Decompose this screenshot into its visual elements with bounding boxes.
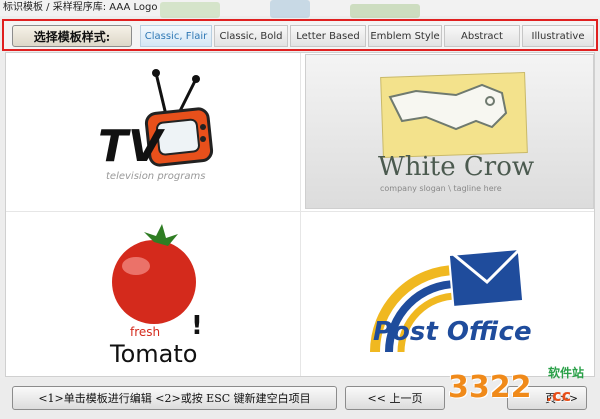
- tv-logo-text: TV: [98, 121, 165, 172]
- watermark-label: 软件站: [548, 366, 585, 380]
- tab-illustrative[interactable]: Illustrative: [522, 25, 594, 47]
- template-post-office[interactable]: Post Office: [301, 212, 595, 378]
- edit-hint-button[interactable]: <1>单击模板进行编辑 <2>或按 ESC 键新建空白项目: [12, 386, 337, 410]
- tab-classic-flair[interactable]: Classic, Flair: [140, 25, 212, 47]
- post-office-logo: Post Office: [370, 247, 532, 353]
- template-tv[interactable]: TV television programs: [6, 53, 300, 211]
- tomato-logo-top: fresh: [130, 325, 160, 339]
- tomato-logo-text: Tomato: [109, 340, 197, 368]
- template-white-crow[interactable]: White Crow company slogan \ tagline here: [305, 54, 594, 209]
- white-crow-logo-text: White Crow: [378, 152, 534, 182]
- white-crow-tagline: company slogan \ tagline here: [380, 184, 502, 193]
- tab-classic-bold[interactable]: Classic, Bold: [214, 25, 288, 47]
- tv-logo: TV television programs: [98, 69, 214, 182]
- tab-abstract[interactable]: Abstract: [444, 25, 520, 47]
- template-grid: TV television programs White Crow compan…: [5, 52, 595, 377]
- tab-emblem-style[interactable]: Emblem Style: [368, 25, 442, 47]
- tomato-logo: fresh Tomato !: [109, 224, 203, 368]
- post-office-logo-text: Post Office: [373, 317, 532, 347]
- white-crow-logo: White Crow company slogan \ tagline here: [378, 71, 534, 193]
- select-style-button[interactable]: 选择模板样式:: [12, 25, 132, 47]
- watermark-domain: .cc: [546, 386, 572, 405]
- prev-page-button[interactable]: << 上一页: [345, 386, 445, 410]
- template-tomato[interactable]: fresh Tomato !: [6, 212, 300, 378]
- background-decoration: [160, 0, 420, 18]
- tv-tagline: television programs: [106, 171, 205, 182]
- site-watermark: 3322 .cc 软件站: [448, 362, 598, 417]
- tomato-logo-mark: !: [191, 311, 203, 341]
- watermark-number: 3322: [448, 370, 532, 405]
- tab-letter-based[interactable]: Letter Based: [290, 25, 366, 47]
